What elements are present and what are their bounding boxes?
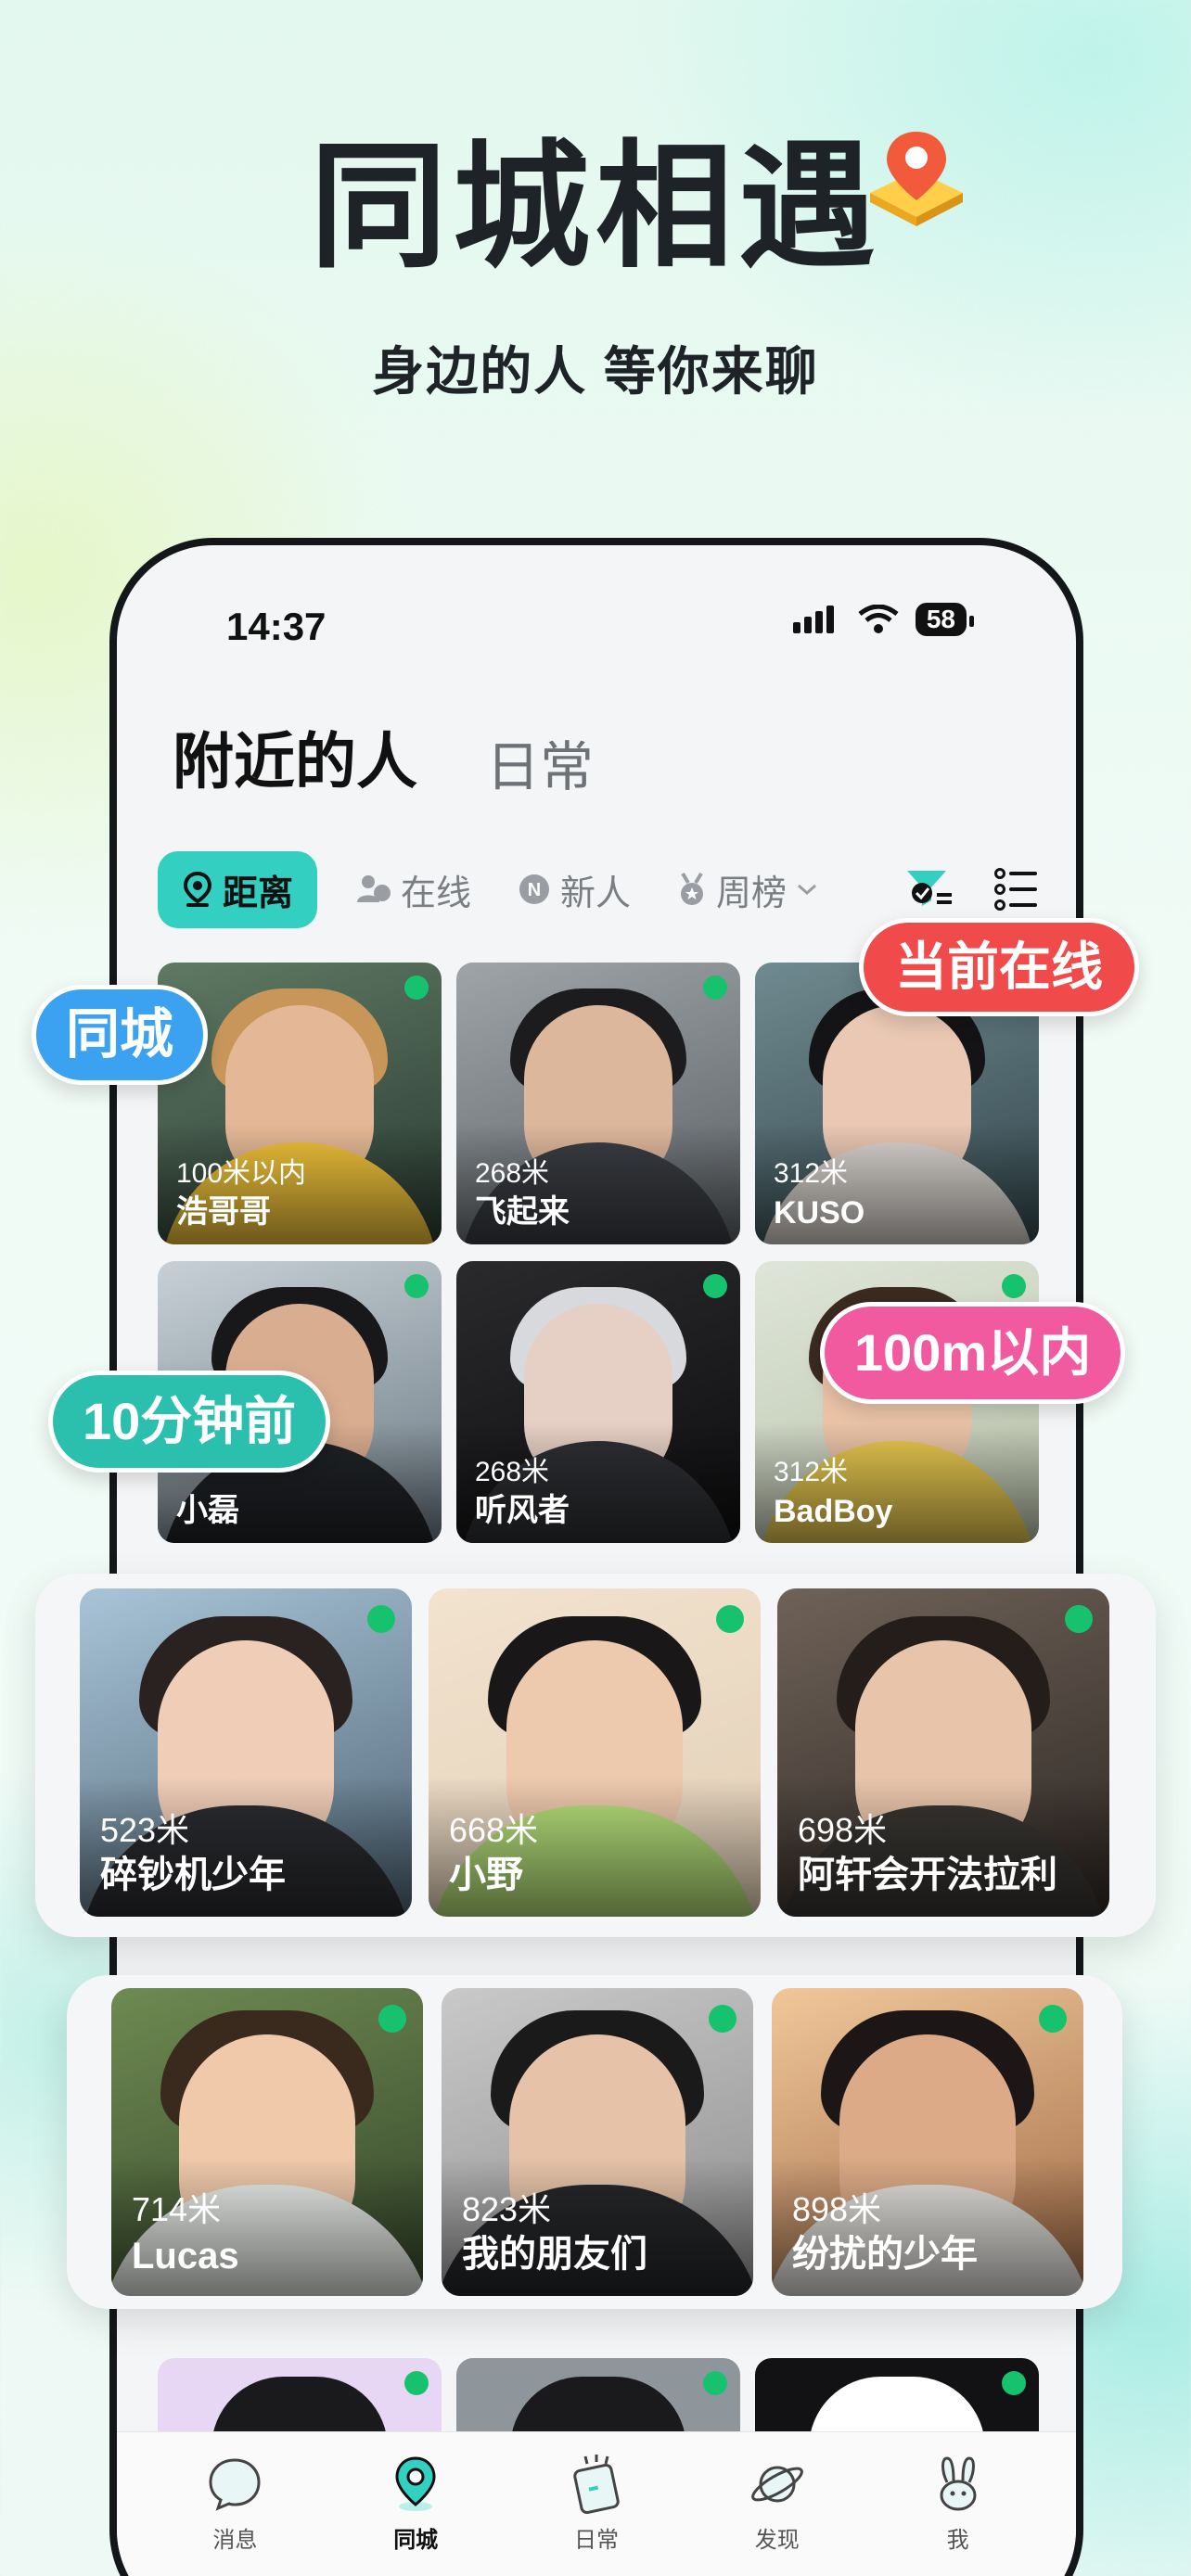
user-distance: 268米 bbox=[475, 1158, 550, 1189]
status-icons: 58 bbox=[792, 603, 975, 636]
planet-icon bbox=[750, 2466, 803, 2503]
user-name: 小野 bbox=[449, 1855, 523, 1895]
user-distance: 268米 bbox=[475, 1457, 550, 1487]
chevron-down-icon bbox=[798, 884, 817, 896]
user-card[interactable]: 668米 小野 bbox=[429, 1588, 761, 1917]
online-dot bbox=[1065, 1605, 1093, 1633]
user-distance: 312米 bbox=[774, 1158, 849, 1189]
rabbit-icon bbox=[940, 2456, 977, 2511]
featured-row-1: 523米 碎钞机少年 668米 小野 698米 阿轩会开法拉利 bbox=[80, 1588, 1109, 1917]
tab-nearby[interactable]: 同城 bbox=[337, 2432, 494, 2576]
user-card[interactable]: 714米 Lucas bbox=[111, 1988, 423, 2296]
bubble-ten-minutes: 10分钟前 bbox=[48, 1371, 331, 1473]
tab-discover[interactable]: 发现 bbox=[698, 2432, 856, 2576]
user-card[interactable]: 898米 纷扰的少年 bbox=[772, 1988, 1083, 2296]
online-dot bbox=[716, 1605, 744, 1633]
user-name: BadBoy bbox=[774, 1494, 893, 1529]
online-dot bbox=[367, 1605, 395, 1633]
user-distance: 714米 bbox=[132, 2190, 222, 2228]
tab-me[interactable]: 我 bbox=[879, 2432, 1037, 2576]
bubble-same-city: 同城 bbox=[32, 985, 209, 1085]
filter-weekly-label: 周榜 bbox=[716, 874, 788, 913]
right-tools bbox=[905, 867, 1039, 912]
hero-title: 同城相遇 bbox=[310, 131, 881, 284]
user-name: KUSO bbox=[774, 1195, 865, 1231]
message-icon bbox=[209, 2458, 261, 2511]
user-card[interactable]: 100米以内 浩哥哥 bbox=[158, 963, 442, 1244]
online-users-icon bbox=[357, 875, 391, 902]
online-dot bbox=[709, 2005, 736, 2033]
location-pin-icon bbox=[395, 2456, 436, 2511]
tab-daily-bottom[interactable]: 日常 bbox=[518, 2432, 675, 2576]
online-dot bbox=[703, 2371, 727, 2395]
tab-nearby-people[interactable]: 附近的人 bbox=[173, 712, 417, 807]
user-name: 飞起来 bbox=[475, 1194, 570, 1230]
online-dot bbox=[378, 2005, 406, 2033]
user-name: Lucas bbox=[132, 2236, 239, 2276]
location-icon bbox=[183, 871, 212, 907]
bubble-within-100m: 100m以内 bbox=[820, 1302, 1126, 1404]
online-dot bbox=[404, 1274, 429, 1298]
filter-newcomer[interactable]: N 新人 bbox=[518, 864, 631, 915]
bottom-tab-bar: 消息 同城 日常 发现 我 bbox=[117, 2431, 1076, 2576]
user-distance: 312米 bbox=[774, 1457, 849, 1487]
svg-text:N: N bbox=[528, 880, 541, 900]
online-dot bbox=[703, 1274, 727, 1298]
online-dot bbox=[404, 2371, 429, 2395]
tab-discover-label: 发现 bbox=[754, 2528, 800, 2553]
user-name: 我的朋友们 bbox=[462, 2234, 647, 2275]
user-name: 阿轩会开法拉利 bbox=[798, 1855, 1057, 1895]
user-name: 碎钞机少年 bbox=[100, 1855, 286, 1895]
user-card[interactable]: 523米 碎钞机少年 bbox=[80, 1588, 412, 1917]
tab-messages-label: 消息 bbox=[212, 2528, 258, 2553]
new-badge-icon: N bbox=[519, 874, 550, 904]
tab-daily[interactable]: 日常 bbox=[486, 723, 594, 801]
tab-nearby-label-bottom: 同城 bbox=[393, 2528, 439, 2553]
signal-icon bbox=[792, 606, 834, 633]
top-tabs: 附近的人 日常 bbox=[173, 712, 594, 807]
list-view-icon[interactable] bbox=[994, 868, 1039, 911]
user-card[interactable]: 823米 我的朋友们 bbox=[442, 1988, 753, 2296]
online-dot bbox=[404, 976, 429, 1000]
filter-weekly[interactable]: 周榜 bbox=[677, 864, 818, 915]
hero-subtitle: 身边的人 等你来聊 bbox=[372, 342, 819, 401]
tab-messages[interactable]: 消息 bbox=[156, 2432, 314, 2576]
filter-online[interactable]: 在线 bbox=[356, 864, 471, 915]
user-name: 浩哥哥 bbox=[176, 1194, 271, 1230]
online-dot bbox=[1002, 2371, 1026, 2395]
filter-online-label: 在线 bbox=[401, 874, 472, 913]
filter-distance[interactable]: 距离 bbox=[158, 850, 318, 928]
user-name: 小磊 bbox=[176, 1493, 239, 1528]
wifi-icon bbox=[858, 605, 899, 633]
filter-check-icon[interactable] bbox=[905, 867, 954, 912]
filter-newcomer-label: 新人 bbox=[560, 874, 632, 913]
medal-icon bbox=[681, 872, 704, 905]
map-pin-icon bbox=[870, 132, 963, 226]
user-card[interactable]: 268米 听风者 bbox=[456, 1261, 740, 1543]
tab-me-label: 我 bbox=[946, 2528, 969, 2553]
online-dot bbox=[1039, 2005, 1067, 2033]
user-name: 听风者 bbox=[475, 1493, 570, 1528]
note-card-icon bbox=[573, 2455, 620, 2514]
online-dot bbox=[703, 976, 727, 1000]
featured-row-2: 714米 Lucas 823米 我的朋友们 898米 纷扰的少年 bbox=[111, 1988, 1083, 2296]
user-card[interactable]: 698米 阿轩会开法拉利 bbox=[777, 1588, 1109, 1917]
bubble-online-now: 当前在线 bbox=[859, 918, 1139, 1016]
tab-nearby-label: 附近的人 bbox=[173, 727, 417, 796]
battery-indicator: 58 bbox=[915, 603, 975, 636]
status-time: 14:37 bbox=[226, 605, 327, 648]
filter-distance-label: 距离 bbox=[223, 874, 294, 913]
user-name: 纷扰的少年 bbox=[792, 2234, 978, 2275]
user-distance: 100米以内 bbox=[176, 1158, 307, 1189]
online-dot bbox=[1002, 1274, 1026, 1298]
user-card[interactable]: 268米 飞起来 bbox=[456, 963, 740, 1244]
tab-daily-label-bottom: 日常 bbox=[573, 2528, 619, 2553]
